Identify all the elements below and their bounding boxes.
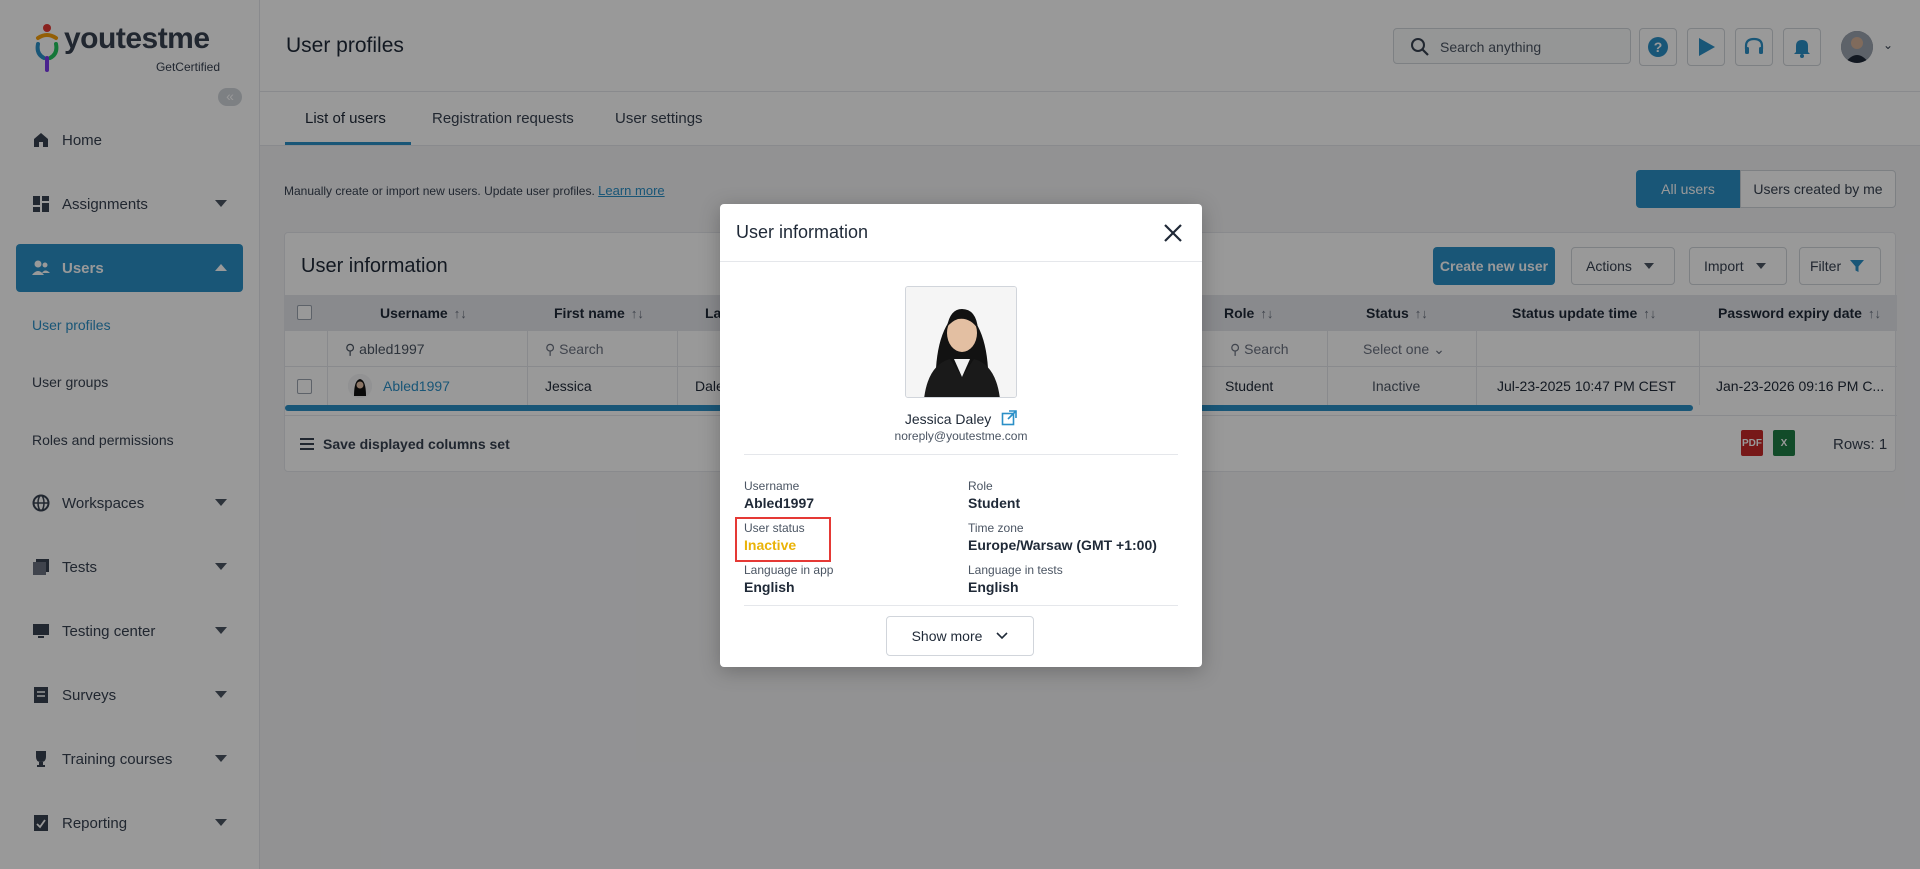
user-photo-image-icon	[906, 287, 1016, 397]
external-link-icon[interactable]	[1001, 410, 1017, 426]
user-full-name: Jessica Daley	[720, 410, 1202, 427]
show-more-button[interactable]: Show more	[886, 616, 1034, 656]
language-tests-label: Language in tests	[968, 563, 1063, 577]
user-status-value: Inactive	[744, 537, 797, 553]
modal-header: User information	[720, 204, 1202, 262]
close-icon[interactable]	[1160, 220, 1186, 246]
language-tests-value: English	[968, 579, 1019, 595]
divider	[744, 605, 1178, 606]
user-photo	[905, 286, 1017, 398]
modal-title: User information	[736, 222, 869, 242]
chevron-down-icon	[996, 632, 1008, 640]
role-label: Role	[968, 479, 993, 493]
user-information-modal: User information Jessica Daley noreply@y…	[720, 204, 1202, 667]
divider	[744, 454, 1178, 455]
user-status-label: User status	[744, 521, 805, 535]
role-value: Student	[968, 495, 1021, 511]
time-zone-label: Time zone	[968, 521, 1024, 535]
language-app-value: English	[744, 579, 795, 595]
username-value: Abled1997	[744, 495, 815, 511]
user-email: noreply@youtestme.com	[894, 429, 1028, 443]
username-label: Username	[744, 479, 800, 493]
time-zone-value: Europe/Warsaw (GMT +1:00)	[968, 537, 1157, 553]
language-app-label: Language in app	[744, 563, 834, 577]
